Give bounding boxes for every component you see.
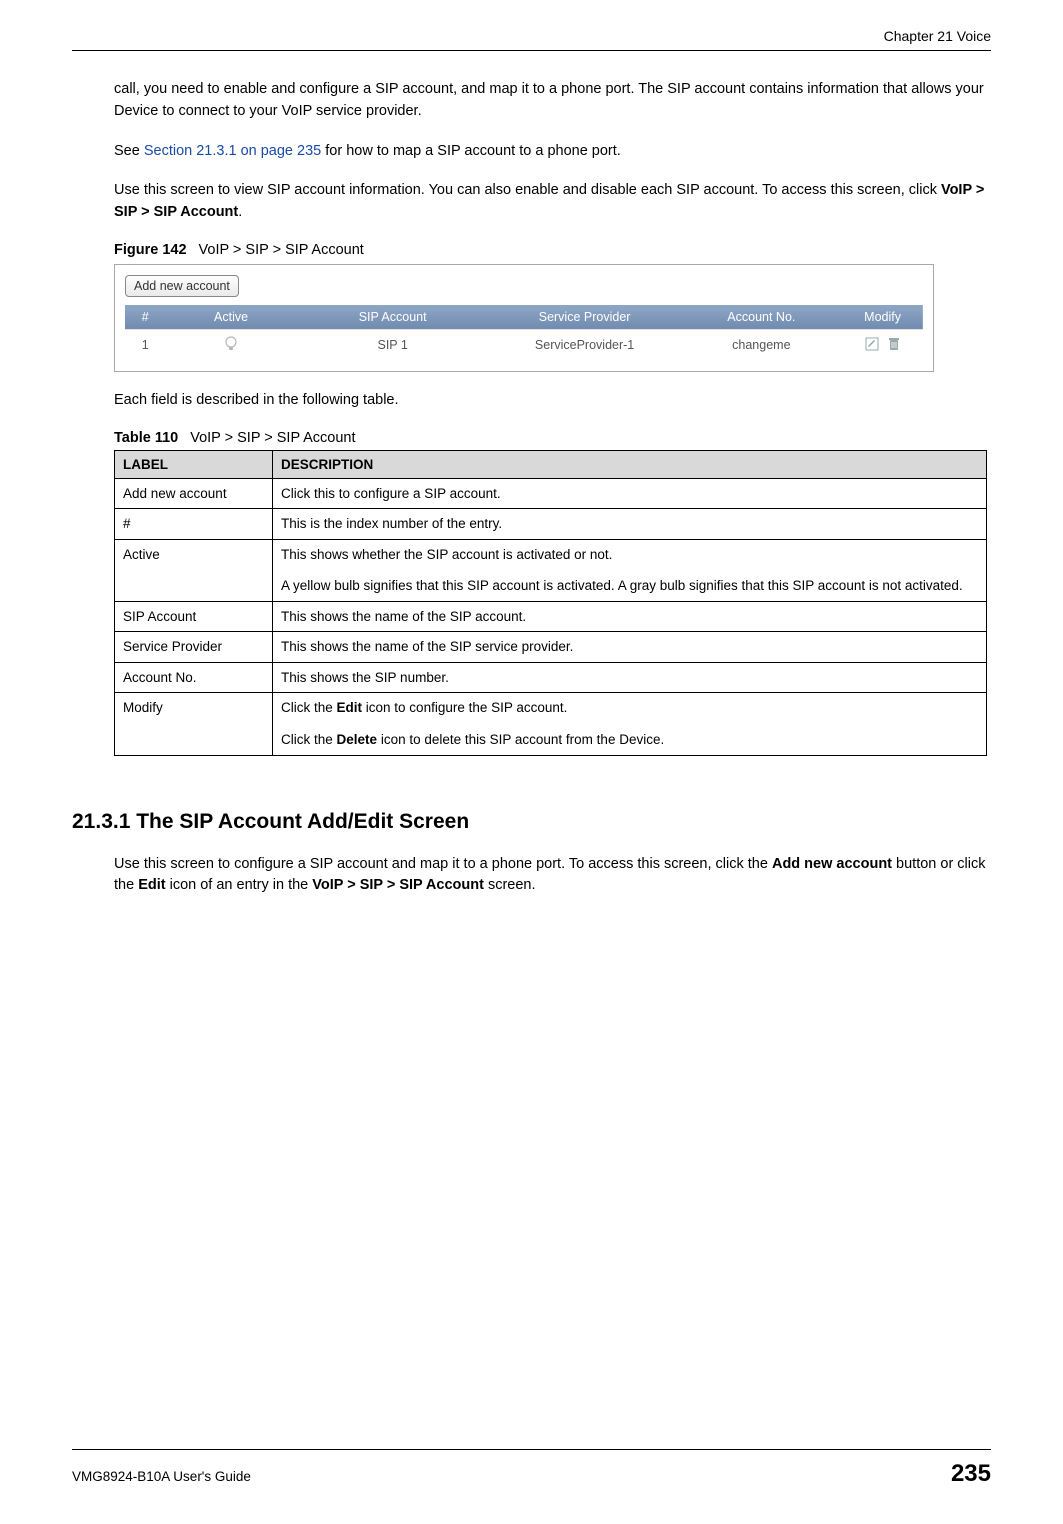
page-footer: VMG8924-B10A User's Guide 235 bbox=[72, 1449, 991, 1488]
desc-table-header-row: LABEL DESCRIPTION bbox=[115, 450, 987, 478]
cell-modify bbox=[842, 329, 923, 361]
body-paragraph: Each field is described in the following… bbox=[114, 390, 991, 412]
bold-text: Delete bbox=[337, 732, 378, 747]
col-header-index: # bbox=[125, 305, 165, 330]
sip-table-header-row: # Active SIP Account Service Provider Ac… bbox=[125, 305, 923, 330]
figure-number: Figure 142 bbox=[114, 242, 187, 258]
figure-caption: Figure 142 VoIP > SIP > SIP Account bbox=[114, 242, 991, 258]
desc-label: Service Provider bbox=[115, 632, 273, 663]
text-fragment: icon to configure the SIP account. bbox=[362, 700, 567, 715]
desc-row-add-new: Add new account Click this to configure … bbox=[115, 478, 987, 509]
desc-header-label: LABEL bbox=[115, 450, 273, 478]
footer-page-number: 235 bbox=[951, 1460, 991, 1488]
desc-text: This shows the SIP number. bbox=[273, 662, 987, 693]
desc-row-hash: # This is the index number of the entry. bbox=[115, 509, 987, 540]
section-heading: 21.3.1 The SIP Account Add/Edit Screen bbox=[72, 810, 991, 834]
desc-label: Modify bbox=[115, 693, 273, 755]
chapter-header: Chapter 21 Voice bbox=[72, 28, 991, 51]
desc-line: Click the Edit icon to configure the SIP… bbox=[281, 698, 978, 718]
desc-text: Click this to configure a SIP account. bbox=[273, 478, 987, 509]
body-paragraph: call, you need to enable and configure a… bbox=[114, 79, 991, 123]
desc-text: This shows the name of the SIP account. bbox=[273, 601, 987, 632]
desc-line: Click the Delete icon to delete this SIP… bbox=[281, 730, 978, 750]
delete-icon[interactable] bbox=[886, 336, 902, 352]
col-header-sip-account: SIP Account bbox=[297, 305, 489, 330]
text-fragment: See bbox=[114, 143, 144, 159]
desc-label: Active bbox=[115, 539, 273, 601]
col-header-modify: Modify bbox=[842, 305, 923, 330]
figure-title: VoIP > SIP > SIP Account bbox=[199, 242, 364, 258]
edit-icon[interactable] bbox=[864, 336, 880, 352]
cell-service-provider: ServiceProvider-1 bbox=[489, 329, 681, 361]
sip-account-screenshot: Add new account # Active SIP Account Ser… bbox=[114, 264, 934, 372]
desc-line: A yellow bulb signifies that this SIP ac… bbox=[281, 576, 978, 596]
cell-active bbox=[165, 329, 296, 361]
bulb-icon bbox=[225, 336, 237, 352]
text-fragment: Use this screen to configure a SIP accou… bbox=[114, 856, 772, 872]
cell-sip-account: SIP 1 bbox=[297, 329, 489, 361]
text-fragment: Use this screen to view SIP account info… bbox=[114, 182, 941, 198]
text-fragment: icon to delete this SIP account from the… bbox=[377, 732, 664, 747]
desc-label: SIP Account bbox=[115, 601, 273, 632]
sip-table-row: 1 SIP 1 ServiceProvider-1 changeme bbox=[125, 329, 923, 361]
add-new-account-button[interactable]: Add new account bbox=[125, 275, 239, 297]
cell-index: 1 bbox=[125, 329, 165, 361]
desc-row-active: Active This shows whether the SIP accoun… bbox=[115, 539, 987, 601]
col-header-account-no: Account No. bbox=[681, 305, 843, 330]
desc-row-acctno: Account No. This shows the SIP number. bbox=[115, 662, 987, 693]
desc-text: This shows whether the SIP account is ac… bbox=[273, 539, 987, 601]
col-header-active: Active bbox=[165, 305, 296, 330]
desc-header-description: DESCRIPTION bbox=[273, 450, 987, 478]
text-fragment: icon of an entry in the bbox=[166, 877, 313, 893]
text-fragment: for how to map a SIP account to a phone … bbox=[321, 143, 621, 159]
desc-label: Account No. bbox=[115, 662, 273, 693]
description-table: LABEL DESCRIPTION Add new account Click … bbox=[114, 450, 987, 756]
desc-row-provider: Service Provider This shows the name of … bbox=[115, 632, 987, 663]
table-caption: Table 110 VoIP > SIP > SIP Account bbox=[114, 430, 991, 446]
body-paragraph: See Section 21.3.1 on page 235 for how t… bbox=[114, 141, 991, 163]
body-paragraph: Use this screen to view SIP account info… bbox=[114, 180, 991, 224]
bold-text: Edit bbox=[337, 700, 363, 715]
cell-account-no: changeme bbox=[681, 329, 843, 361]
desc-line: This shows whether the SIP account is ac… bbox=[281, 545, 978, 565]
body-paragraph: Use this screen to configure a SIP accou… bbox=[114, 854, 991, 898]
desc-label: # bbox=[115, 509, 273, 540]
desc-row-sip: SIP Account This shows the name of the S… bbox=[115, 601, 987, 632]
text-fragment: Click the bbox=[281, 732, 337, 747]
bold-text: VoIP > SIP > SIP Account bbox=[312, 877, 484, 893]
footer-guide-name: VMG8924-B10A User's Guide bbox=[72, 1469, 251, 1484]
desc-label: Add new account bbox=[115, 478, 273, 509]
sip-account-list-table: # Active SIP Account Service Provider Ac… bbox=[125, 305, 923, 361]
desc-row-modify: Modify Click the Edit icon to configure … bbox=[115, 693, 987, 755]
col-header-service-provider: Service Provider bbox=[489, 305, 681, 330]
desc-text: This shows the name of the SIP service p… bbox=[273, 632, 987, 663]
desc-text: Click the Edit icon to configure the SIP… bbox=[273, 693, 987, 755]
section-cross-ref-link[interactable]: Section 21.3.1 on page 235 bbox=[144, 143, 321, 159]
bold-text: Edit bbox=[138, 877, 165, 893]
table-title: VoIP > SIP > SIP Account bbox=[190, 430, 355, 446]
bold-text: Add new account bbox=[772, 856, 892, 872]
text-fragment: screen. bbox=[484, 877, 536, 893]
text-fragment: Click the bbox=[281, 700, 337, 715]
table-number: Table 110 bbox=[114, 430, 178, 446]
text-fragment: . bbox=[238, 204, 242, 220]
desc-text: This is the index number of the entry. bbox=[273, 509, 987, 540]
